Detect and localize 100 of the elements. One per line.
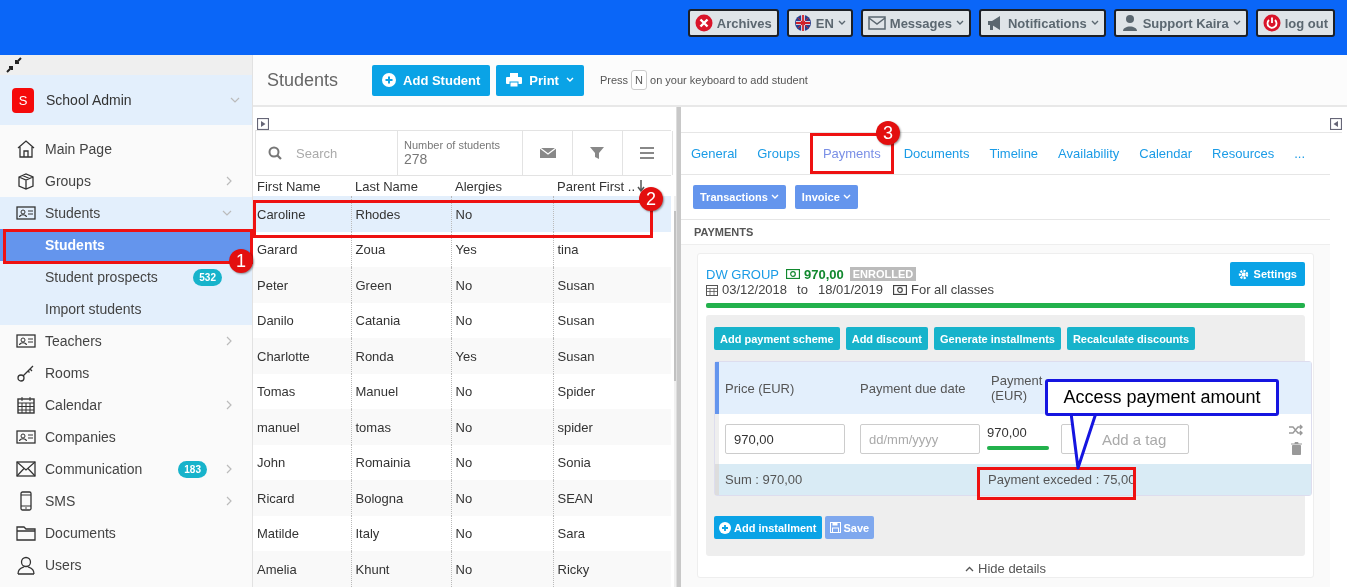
table-cell: tomas xyxy=(351,409,451,445)
sidebar-item[interactable]: Groups xyxy=(0,165,252,197)
table-cell: Ricky xyxy=(553,551,671,587)
topbar-button[interactable]: Messages xyxy=(860,9,971,37)
money-icon xyxy=(785,269,800,279)
table-cell: No xyxy=(451,267,553,303)
search-field[interactable]: Search xyxy=(294,144,378,162)
hint-text: Press xyxy=(599,74,629,86)
flag-icon xyxy=(793,14,812,32)
table-cell: Garard xyxy=(253,231,351,268)
sidebar-item[interactable]: Users xyxy=(0,549,252,581)
table-cell: Ricard xyxy=(253,480,351,516)
collapse-icon xyxy=(6,57,22,73)
sort-down-icon xyxy=(637,180,646,193)
chevron-right-icon xyxy=(226,464,232,474)
table-cell: Susan xyxy=(553,267,671,303)
power-icon xyxy=(1262,14,1281,32)
price-field[interactable]: 970,00 xyxy=(725,424,845,454)
caret-icon xyxy=(842,194,851,200)
sidebar-item[interactable]: Calendar xyxy=(0,389,252,421)
home-icon xyxy=(16,139,36,159)
end-date: 18/01/2019 xyxy=(817,282,883,297)
topbar-button[interactable]: Archives xyxy=(687,9,779,37)
submenu-item[interactable]: Import students xyxy=(0,293,252,325)
table-cell: Susan xyxy=(553,338,671,374)
tab[interactable]: Timeline xyxy=(979,133,1049,174)
column-header: Payment due date xyxy=(859,380,967,396)
tab[interactable]: Groups xyxy=(747,133,810,174)
sidebar-item[interactable]: Companies xyxy=(0,421,252,453)
sidebar-item[interactable]: Communication 183 xyxy=(0,453,252,485)
account-logo: S xyxy=(12,87,34,113)
sum-text: Sum : 970,00 xyxy=(724,472,804,487)
sidebar-item[interactable]: Teachers xyxy=(0,325,252,357)
topbar-button[interactable]: log out xyxy=(1255,9,1335,37)
money-icon xyxy=(893,284,907,295)
date-field[interactable]: dd/mm/yyyy xyxy=(860,424,980,454)
page-title: Students xyxy=(267,69,339,91)
caret-icon xyxy=(1090,20,1099,26)
count-badge: 532 xyxy=(193,268,222,286)
table-cell: Green xyxy=(351,267,451,303)
column-header[interactable]: Parent First .. xyxy=(557,178,636,194)
user-icon xyxy=(16,555,36,575)
group-name[interactable]: DW GROUP xyxy=(706,266,779,282)
table-cell: Yes xyxy=(451,338,553,374)
chevron-up-icon xyxy=(965,565,975,572)
payment-amount: 970,00 xyxy=(987,425,1028,440)
topbar-button[interactable]: Support Kaira xyxy=(1113,9,1248,37)
table-cell: Tomas xyxy=(253,373,351,410)
envelope-icon xyxy=(539,146,556,160)
start-date: 03/12/2018 xyxy=(722,282,788,297)
topbar-button[interactable]: EN xyxy=(786,9,853,37)
plus-circle-icon xyxy=(382,73,397,87)
sidebar-item[interactable]: Documents xyxy=(0,517,252,549)
tab[interactable]: Resources xyxy=(1202,133,1285,174)
chevron-down-icon xyxy=(222,210,232,216)
settings-button[interactable]: Settings xyxy=(1229,262,1305,286)
filter-icon xyxy=(589,146,606,160)
column-header[interactable]: Last Name xyxy=(351,176,451,197)
menu-button[interactable]: Transactions xyxy=(693,185,786,209)
tab[interactable]: Calendar xyxy=(1129,133,1203,174)
id-card-icon xyxy=(16,427,36,447)
add-installment-button[interactable]: Add installment xyxy=(714,516,822,539)
table-cell: Matilde xyxy=(253,515,351,552)
group-amount: 970,00 xyxy=(803,266,844,282)
column-header[interactable]: Alergies xyxy=(451,176,553,197)
shuffle-icon xyxy=(1289,423,1303,436)
account-name[interactable]: School Admin xyxy=(46,92,218,108)
print-button[interactable]: Print xyxy=(496,64,584,96)
caret-icon xyxy=(955,20,964,26)
user-icon xyxy=(1120,14,1139,32)
action-button[interactable]: Recalculate discounts xyxy=(1066,327,1196,350)
column-header: Price (EUR) xyxy=(724,380,796,396)
sidebar-item[interactable]: Main Page xyxy=(0,133,252,165)
topbar-button[interactable]: Notifications xyxy=(978,9,1106,37)
column-header[interactable]: First Name xyxy=(253,176,351,197)
tab[interactable]: ... xyxy=(1284,133,1316,174)
action-button[interactable]: Generate installments xyxy=(934,327,1061,350)
sidebar-item[interactable]: Students xyxy=(0,197,252,229)
table-cell: Peter xyxy=(253,267,351,303)
tab[interactable]: General xyxy=(681,133,748,174)
hide-details-button[interactable]: Hide details xyxy=(959,560,1052,577)
close-icon xyxy=(694,14,713,32)
hint-text: on your keyboard to add student xyxy=(650,74,808,86)
collapse-panel-icon xyxy=(1330,118,1342,130)
sidebar-item[interactable]: Rooms xyxy=(0,357,252,389)
add-student-button[interactable]: Add Student xyxy=(372,64,491,96)
table-cell: Danilo xyxy=(253,302,351,339)
action-button[interactable]: Add payment scheme xyxy=(714,327,840,350)
gear-icon xyxy=(1237,268,1249,280)
sidebar-item[interactable]: SMS xyxy=(0,485,252,517)
tab[interactable]: Availability xyxy=(1048,133,1130,174)
table-cell: SEAN xyxy=(553,480,671,516)
caret-icon xyxy=(770,194,779,200)
id-card-icon xyxy=(16,203,36,223)
menu-button[interactable]: Invoice xyxy=(794,185,858,209)
chevron-right-icon xyxy=(226,336,232,346)
table-cell: Ronda xyxy=(351,338,451,374)
action-button[interactable]: Add discount xyxy=(845,327,928,350)
table-cell: No xyxy=(451,409,553,445)
keyboard-key: N xyxy=(631,70,648,90)
